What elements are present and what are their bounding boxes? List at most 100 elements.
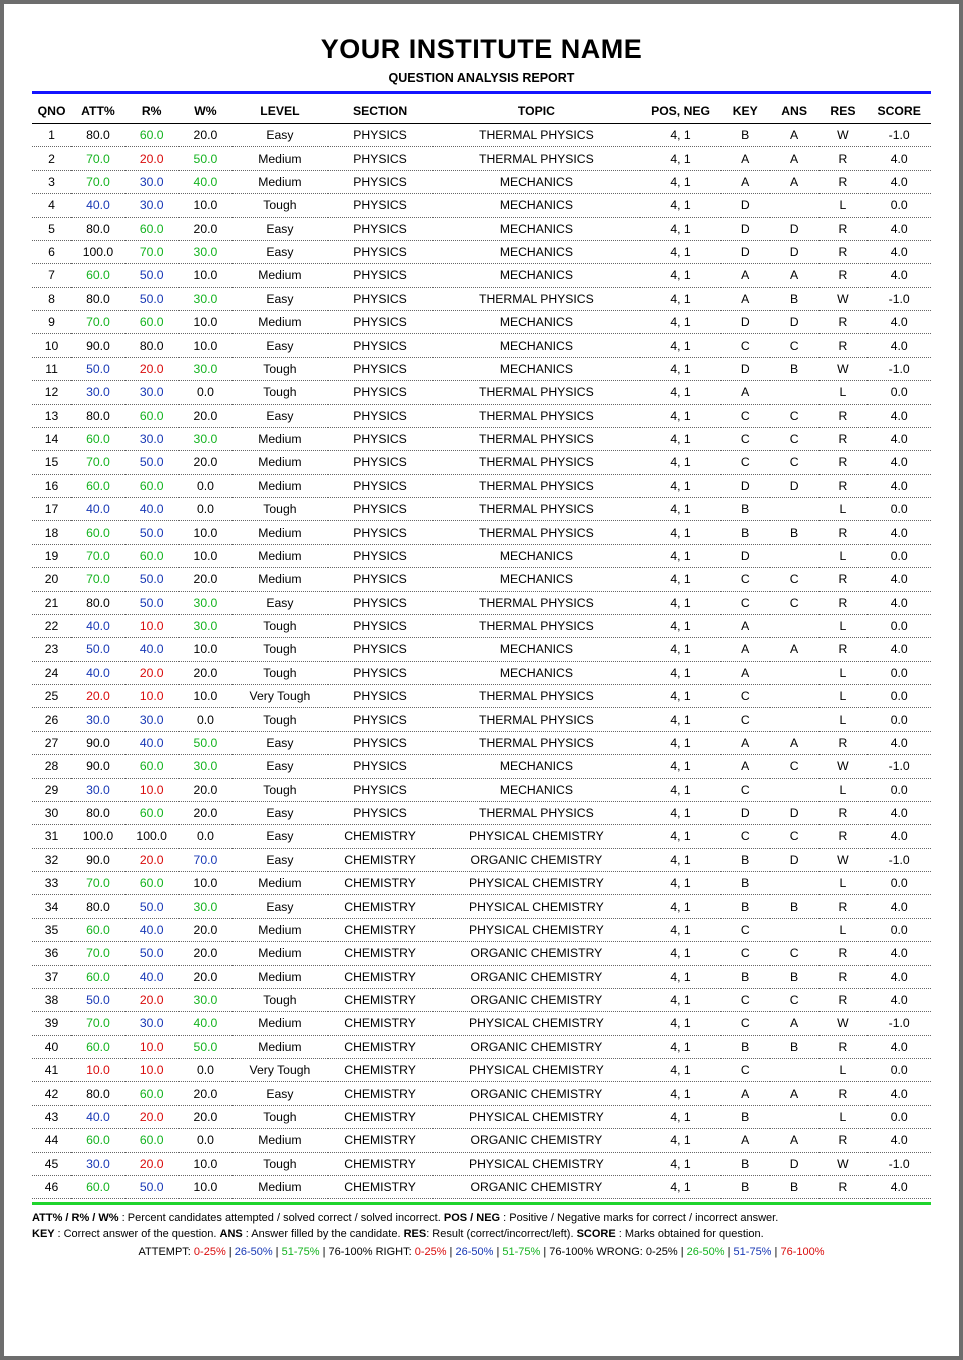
cell-att: 30.0 [71,1152,125,1175]
cell-topic: MECHANICS [433,755,641,778]
legend-part: | 76-100% WRONG: 0-25% | [540,1246,686,1258]
cell-pn: 4, 1 [640,474,721,497]
cell-score: 4.0 [867,521,931,544]
cell-topic: MECHANICS [433,194,641,217]
cell-ans: A [770,638,819,661]
cell-sec: CHEMISTRY [328,1129,433,1152]
cell-key: A [721,1082,770,1105]
cell-ans: C [770,404,819,427]
table-row: 760.050.010.0MediumPHYSICSMECHANICS4, 1A… [32,264,931,287]
cell-score: -1.0 [867,287,931,310]
cell-sec: PHYSICS [328,427,433,450]
cell-w: 30.0 [179,427,233,450]
cell-topic: PHYSICAL CHEMISTRY [433,1152,641,1175]
cell-r: 60.0 [125,404,179,427]
cell-lvl: Medium [232,521,327,544]
cell-qno: 46 [32,1175,71,1198]
cell-sec: CHEMISTRY [328,1059,433,1082]
cell-qno: 32 [32,848,71,871]
cell-key: A [721,264,770,287]
cell-sec: PHYSICS [328,264,433,287]
legend-part: 0-25% [415,1246,447,1258]
table-row: 4460.060.00.0MediumCHEMISTRYORGANIC CHEM… [32,1129,931,1152]
legend-part: 26-50% [687,1246,725,1258]
cell-topic: THERMAL PHYSICS [433,801,641,824]
cell-topic: MECHANICS [433,661,641,684]
cell-pn: 4, 1 [640,287,721,310]
cell-att: 30.0 [71,381,125,404]
legend-part: | [226,1246,235,1258]
cell-ans: A [770,170,819,193]
cell-res: R [819,1035,868,1058]
cell-score: 4.0 [867,240,931,263]
cell-key: B [721,1105,770,1128]
cell-res: R [819,147,868,170]
cell-att: 50.0 [71,638,125,661]
legend-part: 26-50% [455,1246,493,1258]
cell-r: 30.0 [125,170,179,193]
cell-topic: THERMAL PHYSICS [433,474,641,497]
cell-res: W [819,848,868,871]
cell-pn: 4, 1 [640,381,721,404]
cell-r: 60.0 [125,1129,179,1152]
cell-qno: 45 [32,1152,71,1175]
cell-qno: 42 [32,1082,71,1105]
cell-w: 20.0 [179,1082,233,1105]
cell-w: 10.0 [179,311,233,334]
cell-qno: 41 [32,1059,71,1082]
cell-score: 4.0 [867,1035,931,1058]
cell-sec: CHEMISTRY [328,848,433,871]
cell-sec: CHEMISTRY [328,1082,433,1105]
cell-topic: ORGANIC CHEMISTRY [433,988,641,1011]
cell-res: W [819,755,868,778]
cell-r: 40.0 [125,731,179,754]
cell-score: -1.0 [867,1012,931,1035]
cell-ans: C [770,451,819,474]
cell-topic: PHYSICAL CHEMISTRY [433,1012,641,1035]
legend-part: ATTEMPT: [139,1246,194,1258]
cell-att: 70.0 [71,1012,125,1035]
cell-score: 0.0 [867,661,931,684]
cell-lvl: Medium [232,311,327,334]
cell-pn: 4, 1 [640,895,721,918]
cell-res: L [819,1105,868,1128]
cell-score: 4.0 [867,311,931,334]
cell-qno: 11 [32,357,71,380]
cell-att: 70.0 [71,544,125,567]
cell-score: 4.0 [867,638,931,661]
cell-r: 10.0 [125,778,179,801]
cell-att: 90.0 [71,731,125,754]
cell-score: 4.0 [867,474,931,497]
cell-qno: 37 [32,965,71,988]
cell-att: 60.0 [71,427,125,450]
table-row: 2630.030.00.0ToughPHYSICSTHERMAL PHYSICS… [32,708,931,731]
cell-key: B [721,1035,770,1058]
legend-part: | [725,1246,734,1258]
legend-part: ANS [220,1228,246,1240]
cell-score: 4.0 [867,965,931,988]
cell-att: 80.0 [71,217,125,240]
cell-key: A [721,381,770,404]
cell-sec: CHEMISTRY [328,918,433,941]
cell-sec: PHYSICS [328,755,433,778]
legend-part: 51-75% [502,1246,540,1258]
cell-topic: THERMAL PHYSICS [433,147,641,170]
cell-r: 60.0 [125,801,179,824]
cell-lvl: Tough [232,357,327,380]
cell-pn: 4, 1 [640,965,721,988]
col-header: SCORE [867,100,931,124]
cell-ans: A [770,1129,819,1152]
table-row: 31100.0100.00.0EasyCHEMISTRYPHYSICAL CHE… [32,825,931,848]
cell-w: 30.0 [179,895,233,918]
cell-r: 40.0 [125,498,179,521]
cell-pn: 4, 1 [640,217,721,240]
cell-w: 0.0 [179,381,233,404]
cell-sec: PHYSICS [328,778,433,801]
cell-pn: 4, 1 [640,1059,721,1082]
cell-r: 60.0 [125,474,179,497]
cell-res: R [819,965,868,988]
cell-pn: 4, 1 [640,1012,721,1035]
cell-key: B [721,1152,770,1175]
cell-qno: 8 [32,287,71,310]
cell-w: 0.0 [179,498,233,521]
